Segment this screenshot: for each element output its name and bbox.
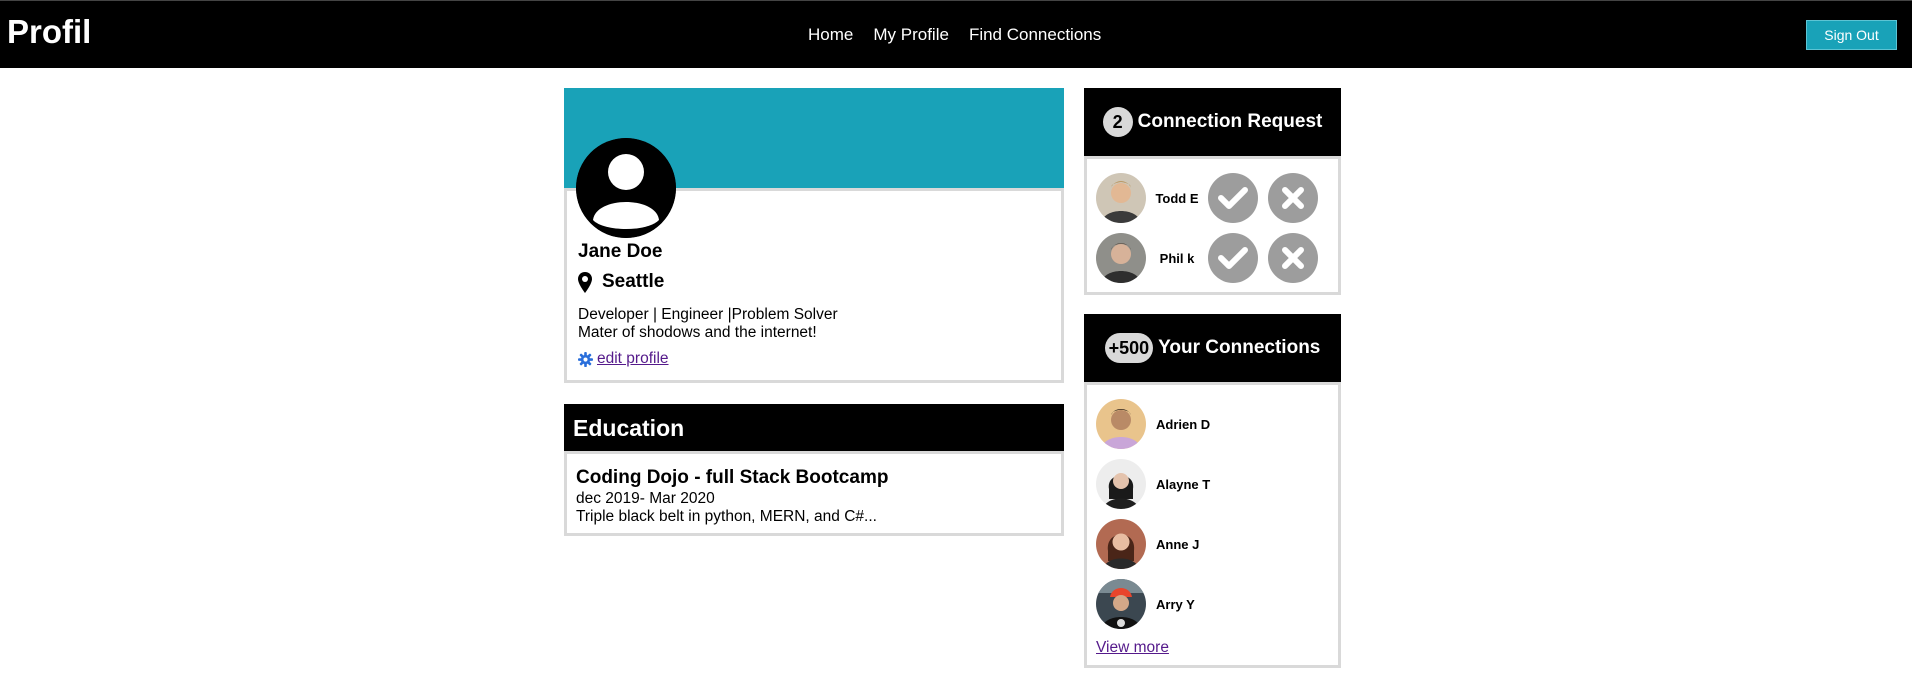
accept-request-button[interactable] <box>1208 233 1258 283</box>
connection-requests-title: Connection Request <box>1137 111 1323 132</box>
accept-request-button[interactable] <box>1208 173 1258 223</box>
decline-request-button[interactable] <box>1268 173 1318 223</box>
bio-line: Developer | Engineer |Problem Solver <box>578 306 838 323</box>
edit-profile[interactable]: edit profile <box>578 350 669 368</box>
profile-city: Seattle <box>602 271 665 292</box>
avatar[interactable] <box>1096 173 1146 223</box>
user-silhouette-icon <box>576 138 676 238</box>
avatar-photo <box>1096 459 1146 509</box>
connection-name[interactable]: Anne J <box>1156 537 1199 552</box>
connection-name[interactable]: Alayne T <box>1156 477 1210 492</box>
edit-profile-link[interactable]: edit profile <box>597 350 669 368</box>
profile-avatar <box>576 138 676 238</box>
request-row: Todd E <box>1096 173 1318 223</box>
connection-name[interactable]: Arry Y <box>1156 597 1195 612</box>
nav-home-link[interactable]: Home <box>808 25 853 45</box>
education-school: Coding Dojo - full Stack Bootcamp <box>576 467 889 488</box>
profile-location: Seattle <box>578 271 664 293</box>
connection-name[interactable]: Adrien D <box>1156 417 1210 432</box>
education-dates: dec 2019- Mar 2020 <box>576 490 715 507</box>
avatar-photo <box>1096 173 1146 223</box>
profile-name: Jane Doe <box>578 241 663 262</box>
nav-find-connections-link[interactable]: Find Connections <box>969 25 1101 45</box>
avatar-photo <box>1096 519 1146 569</box>
avatar[interactable] <box>1096 579 1146 629</box>
connections-panel: +500 Your Connections Adrien D Alayne T <box>1084 314 1341 668</box>
view-more-link[interactable]: View more <box>1096 639 1169 657</box>
profile-card: Jane Doe Seattle Developer | Engineer |P… <box>564 88 1064 383</box>
avatar-photo <box>1096 233 1146 283</box>
avatar-photo <box>1096 579 1146 629</box>
avatar[interactable] <box>1096 399 1146 449</box>
top-navbar: Profil Home My Profile Find Connections … <box>0 0 1912 68</box>
nav-my-profile-link[interactable]: My Profile <box>873 25 949 45</box>
profile-bio: Developer | Engineer |Problem Solver Mat… <box>578 306 838 342</box>
education-card: Education Coding Dojo - full Stack Bootc… <box>564 404 1064 536</box>
check-icon <box>1218 247 1248 269</box>
x-icon <box>1282 247 1304 269</box>
brand-logo[interactable]: Profil <box>7 13 91 51</box>
avatar[interactable] <box>1096 233 1146 283</box>
gear-icon <box>578 351 593 367</box>
connection-row[interactable]: Adrien D <box>1096 399 1210 449</box>
connection-row[interactable]: Arry Y <box>1096 579 1195 629</box>
request-row: Phil k <box>1096 233 1318 283</box>
x-icon <box>1282 187 1304 209</box>
education-header: Education <box>564 404 1064 454</box>
connection-count-badge: +500 <box>1104 333 1154 363</box>
check-icon <box>1218 187 1248 209</box>
avatar[interactable] <box>1096 459 1146 509</box>
connection-row[interactable]: Anne J <box>1096 519 1199 569</box>
education-description: Triple black belt in python, MERN, and C… <box>576 508 877 525</box>
connection-requests-panel: 2 Connection Request Todd E Phil k <box>1084 88 1341 295</box>
request-name: Phil k <box>1159 250 1195 266</box>
connection-requests-header: 2 Connection Request <box>1084 88 1341 159</box>
main-nav: Home My Profile Find Connections <box>808 25 1101 45</box>
avatar[interactable] <box>1096 519 1146 569</box>
request-name: Todd E <box>1155 190 1199 206</box>
connection-row[interactable]: Alayne T <box>1096 459 1210 509</box>
map-pin-icon <box>578 271 592 293</box>
avatar-photo <box>1096 399 1146 449</box>
education-title: Education <box>573 415 685 441</box>
sign-out-button[interactable]: Sign Out <box>1806 20 1897 50</box>
connections-title: Your Connections <box>1158 337 1321 358</box>
request-count-badge: 2 <box>1102 107 1133 137</box>
bio-line: Mater of shodows and the internet! <box>578 324 817 341</box>
decline-request-button[interactable] <box>1268 233 1318 283</box>
connections-header: +500 Your Connections <box>1084 314 1341 385</box>
